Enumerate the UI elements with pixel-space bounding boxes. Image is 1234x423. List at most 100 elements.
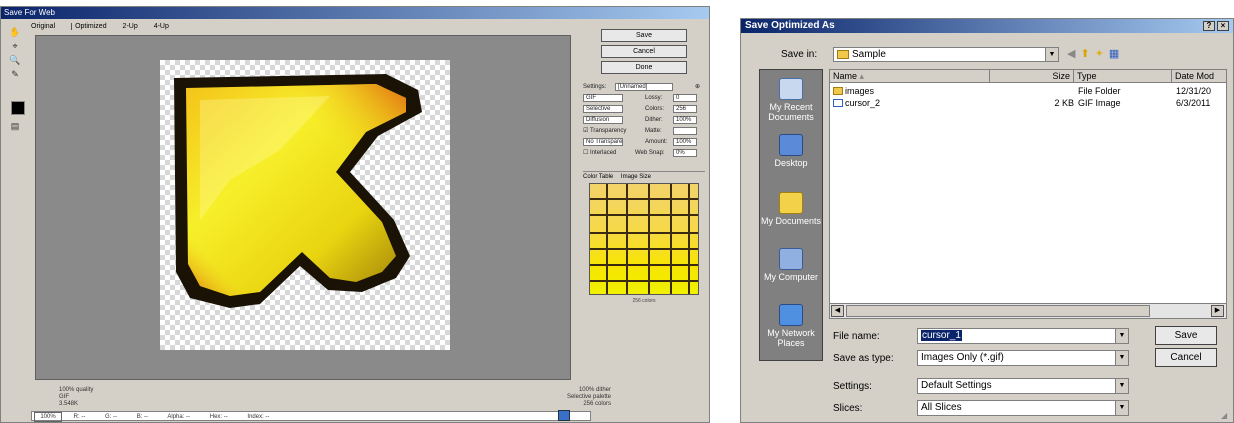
slices-select[interactable]: All Slices ▼	[917, 400, 1129, 416]
tab-4up[interactable]: 4-Up	[154, 23, 169, 30]
slice-select-icon[interactable]: ⌖	[9, 41, 21, 51]
navigation-icons: ◀⬆✦▦	[1067, 47, 1157, 62]
optimized-image-preview[interactable]	[160, 60, 450, 350]
cancel-button[interactable]: Cancel	[601, 45, 687, 58]
cursor-arrow-image	[174, 74, 422, 308]
save-for-web-window: Save For Web Original Optimized 2-Up 4-U…	[0, 6, 710, 423]
lossy-field[interactable]: 0	[673, 94, 697, 102]
tab-original[interactable]: Original	[31, 23, 55, 30]
help-button[interactable]: ?	[1203, 21, 1215, 31]
folder-icon	[837, 50, 849, 59]
close-button[interactable]: ×	[1217, 21, 1229, 31]
red-readout: R: --	[73, 414, 86, 420]
settings-select[interactable]: Default Settings ▼	[917, 378, 1129, 394]
save-button[interactable]: Save	[601, 29, 687, 42]
tab-2up[interactable]: 2-Up	[123, 23, 138, 30]
slices-label: Slices:	[833, 403, 863, 414]
transparency-dither-select[interactable]: No Transparency Dither	[583, 138, 623, 146]
chevron-down-icon[interactable]: ▼	[1115, 401, 1128, 415]
browser-preview-button[interactable]	[558, 410, 570, 421]
resize-grip-icon[interactable]: ◢	[1221, 411, 1231, 421]
view-tabs: Original Optimized 2-Up 4-Up	[31, 21, 571, 32]
horizontal-scrollbar[interactable]: ◀ ▶	[829, 303, 1227, 319]
websnap-label: Web Snap:	[635, 150, 665, 156]
transparency-checkbox[interactable]: ☑	[583, 128, 590, 134]
place-my-network-places[interactable]: My Network Places	[760, 304, 822, 348]
save-in-label: Save in:	[781, 49, 818, 60]
websnap-field[interactable]: 0%	[673, 149, 697, 157]
dither-label: Dither:	[645, 117, 663, 123]
alpha-readout: Alpha: --	[167, 414, 191, 420]
my-computer-icon	[779, 248, 803, 270]
file-name-field[interactable]: cursor_1 ▼	[917, 328, 1129, 344]
save-as-type-select[interactable]: Images Only (*.gif) ▼	[917, 350, 1129, 366]
hex-readout: Hex: --	[209, 414, 228, 420]
preview-toggle-icon[interactable]: ▤	[9, 121, 21, 131]
green-readout: G: --	[105, 414, 118, 420]
blue-readout: B: --	[136, 414, 149, 420]
reduction-select[interactable]: Selective	[583, 105, 623, 113]
optimize-settings-panel: Save Cancel Done Settings: [Unnamed] ⊕ G…	[579, 23, 707, 413]
color-table-grid[interactable]	[589, 183, 699, 295]
matte-select[interactable]	[673, 127, 697, 135]
color-readout-bar: 100% R: -- G: -- B: -- Alpha: -- Hex: --…	[31, 411, 591, 422]
settings-select[interactable]: [Unnamed]	[615, 83, 673, 91]
scroll-left-icon[interactable]: ◀	[831, 305, 844, 317]
amount-label: Amount:	[645, 139, 668, 145]
chevron-down-icon[interactable]: ▼	[1115, 351, 1128, 365]
color-table-tab-header[interactable]: Color Table Image Size	[583, 171, 705, 181]
file-list[interactable]: Name ▴ Size Type Date Mod images File Fo…	[829, 69, 1227, 319]
column-date-modified[interactable]: Date Mod	[1172, 70, 1226, 83]
eyedropper-icon[interactable]: ✎	[9, 69, 21, 79]
preview-canvas[interactable]	[35, 35, 571, 380]
file-row[interactable]: cursor_2 2 KB GIF Image 6/3/2011	[830, 98, 1226, 109]
save-button[interactable]: Save	[1155, 326, 1217, 345]
column-name[interactable]: Name ▴	[830, 70, 990, 83]
desktop-icon	[779, 134, 803, 156]
eyedropper-color-swatch[interactable]	[11, 101, 25, 115]
format-select[interactable]: GIF	[583, 94, 623, 102]
places-bar: My Recent Documents Desktop My Documents…	[759, 69, 823, 361]
interlaced-checkbox[interactable]: ☐	[583, 150, 590, 156]
new-folder-icon[interactable]: ✦	[1095, 48, 1109, 60]
file-list-header: Name ▴ Size Type Date Mod	[830, 70, 1226, 83]
dither-field[interactable]: 100%	[673, 116, 697, 124]
hand-icon[interactable]: ✋	[9, 27, 21, 37]
status-left: 100% quality GIF 3.548K	[59, 387, 94, 407]
up-folder-icon[interactable]: ⬆	[1080, 48, 1094, 60]
done-button[interactable]: Done	[601, 61, 687, 74]
lossy-label: Lossy:	[645, 95, 663, 101]
back-icon[interactable]: ◀	[1067, 48, 1080, 60]
folder-icon	[833, 87, 843, 95]
cancel-button[interactable]: Cancel	[1155, 348, 1217, 367]
column-type[interactable]: Type	[1074, 70, 1172, 83]
gif-file-icon	[833, 99, 843, 107]
file-row[interactable]: images File Folder 12/31/20	[830, 86, 1226, 97]
optimize-menu-icon[interactable]: ⊕	[695, 83, 700, 92]
dither-algorithm-select[interactable]: Diffusion	[583, 116, 623, 124]
place-desktop[interactable]: Desktop	[760, 134, 822, 168]
tab-optimized[interactable]: Optimized	[71, 23, 107, 30]
scroll-right-icon[interactable]: ▶	[1211, 305, 1224, 317]
zoom-icon[interactable]: 🔍	[9, 55, 21, 65]
my-documents-icon	[779, 192, 803, 214]
scrollbar-thumb[interactable]	[846, 305, 1150, 317]
chevron-down-icon[interactable]: ▼	[1045, 48, 1058, 61]
place-my-recent-documents[interactable]: My Recent Documents	[760, 78, 822, 122]
chevron-down-icon[interactable]: ▼	[1115, 379, 1128, 393]
view-menu-icon[interactable]: ▦	[1109, 48, 1124, 60]
place-my-documents[interactable]: My Documents	[760, 192, 822, 226]
save-in-select[interactable]: Sample ▼	[833, 47, 1059, 62]
colors-label: Colors:	[645, 106, 665, 112]
dialog-title: Save Optimized As	[741, 19, 1233, 33]
column-size[interactable]: Size	[990, 70, 1074, 83]
zoom-select[interactable]: 100%	[34, 412, 62, 422]
amount-field[interactable]: 100%	[673, 138, 697, 146]
recent-documents-icon	[779, 78, 803, 100]
settings-label: Settings:	[833, 381, 872, 392]
network-places-icon	[779, 304, 803, 326]
settings-row: Settings: [Unnamed] ⊕	[583, 83, 701, 92]
colors-field[interactable]: 256	[673, 105, 697, 113]
chevron-down-icon[interactable]: ▼	[1115, 329, 1128, 343]
place-my-computer[interactable]: My Computer	[760, 248, 822, 282]
